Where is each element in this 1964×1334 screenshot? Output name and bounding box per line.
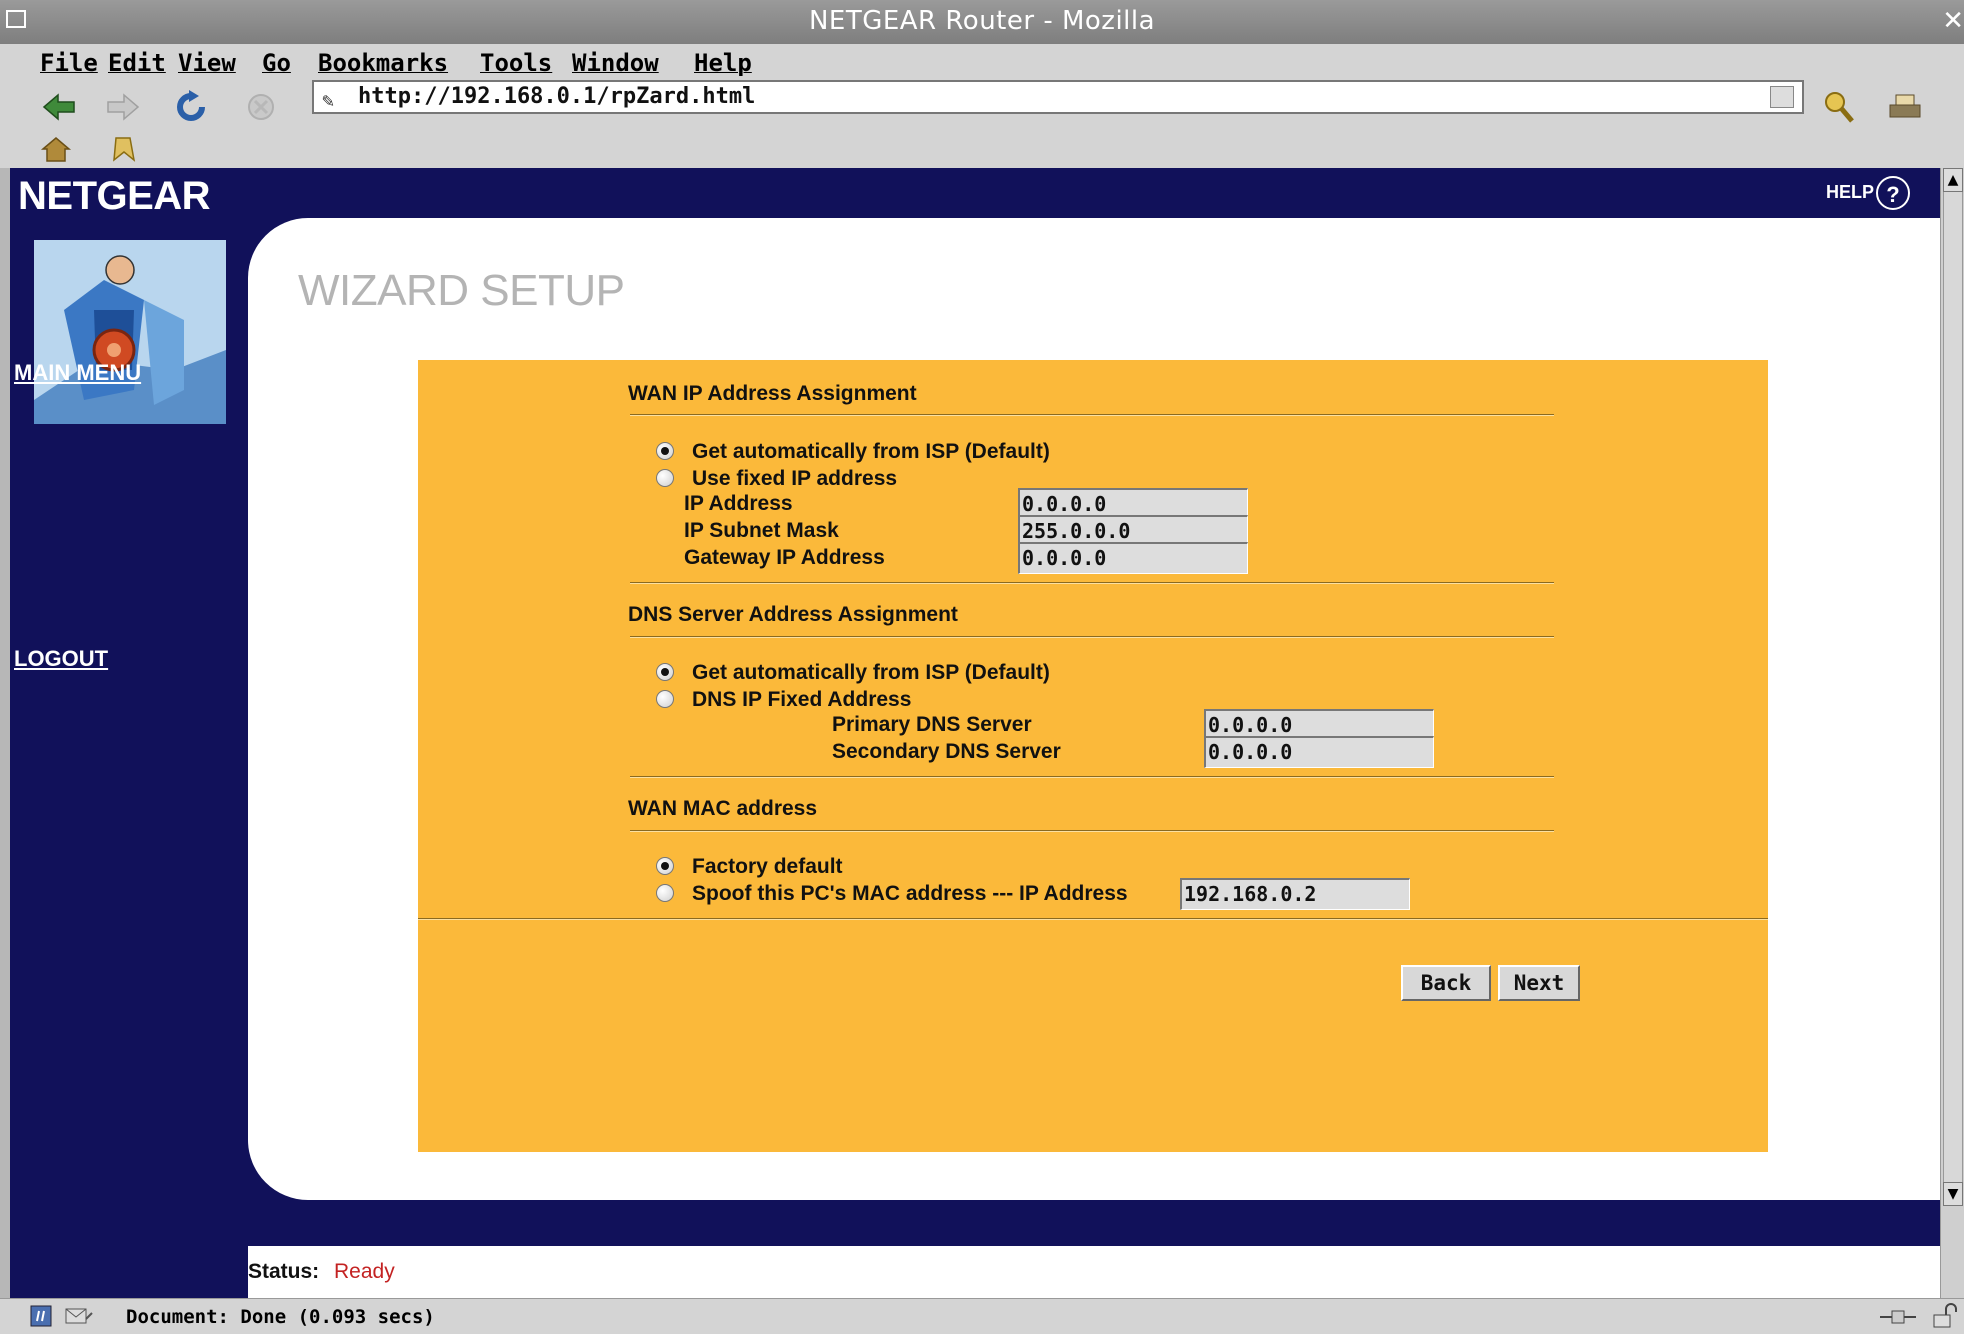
mozilla-component-icon[interactable] bbox=[30, 1305, 52, 1327]
netgear-logo: NETGEAR bbox=[18, 174, 211, 218]
wan-ip-fixed-label: Use fixed IP address bbox=[692, 467, 898, 490]
logout-link[interactable]: LOGOUT bbox=[14, 646, 108, 672]
wizard-illustration bbox=[34, 240, 226, 424]
menu-edit[interactable]: Edit bbox=[108, 49, 166, 77]
online-connection-icon[interactable] bbox=[1878, 1307, 1918, 1327]
window-titlebar: NETGEAR Router - Mozilla ✕ bbox=[0, 0, 1964, 44]
personal-toolbar bbox=[0, 130, 1964, 169]
scroll-up-icon[interactable]: ▲ bbox=[1943, 168, 1963, 192]
divider bbox=[630, 414, 1554, 416]
bookmark-icon[interactable] bbox=[108, 134, 140, 164]
secondary-dns-label: Secondary DNS Server bbox=[832, 740, 1061, 763]
window-left-edge bbox=[0, 168, 10, 1298]
back-button[interactable]: Back bbox=[1401, 965, 1491, 1001]
mac-spoof-label: Spoof this PC's MAC address --- IP Addre… bbox=[692, 882, 1128, 905]
back-arrow-icon[interactable] bbox=[40, 89, 78, 125]
help-button[interactable]: HELP? bbox=[1826, 176, 1910, 210]
menu-bookmarks[interactable]: Bookmarks bbox=[318, 49, 448, 77]
divider bbox=[630, 776, 1554, 778]
address-url: http://192.168.0.1/rpZard.html bbox=[358, 84, 756, 109]
divider bbox=[630, 830, 1554, 832]
secondary-dns-field[interactable]: 0.0.0.0 bbox=[1204, 736, 1434, 768]
dns-heading: DNS Server Address Assignment bbox=[628, 603, 958, 626]
scroll-down-icon[interactable]: ▼ bbox=[1943, 1182, 1963, 1206]
primary-dns-label: Primary DNS Server bbox=[832, 713, 1032, 736]
menu-file[interactable]: File bbox=[40, 49, 98, 77]
mac-spoof-radio[interactable] bbox=[656, 884, 674, 902]
mail-icon[interactable] bbox=[64, 1305, 94, 1327]
spoof-ip-field[interactable]: 192.168.0.2 bbox=[1180, 878, 1410, 910]
divider bbox=[630, 636, 1554, 638]
dns-auto-label: Get automatically from ISP (Default) bbox=[692, 661, 1050, 684]
ip-subnet-mask-label: IP Subnet Mask bbox=[684, 519, 839, 542]
address-bar[interactable]: ✎ http://192.168.0.1/rpZard.html bbox=[312, 80, 1804, 114]
menu-go[interactable]: Go bbox=[262, 49, 291, 77]
main-menu-link[interactable]: MAIN MENU bbox=[14, 360, 141, 386]
wan-mac-heading: WAN MAC address bbox=[628, 797, 818, 820]
wan-ip-auto-label: Get automatically from ISP (Default) bbox=[692, 440, 1050, 463]
gateway-ip-label: Gateway IP Address bbox=[684, 546, 885, 569]
page-title: WIZARD SETUP bbox=[298, 266, 625, 315]
vertical-scrollbar[interactable]: ▲ ▼ bbox=[1940, 168, 1964, 1298]
gateway-ip-field[interactable]: 0.0.0.0 bbox=[1018, 542, 1248, 574]
home-icon[interactable] bbox=[40, 134, 72, 164]
forward-arrow-icon[interactable] bbox=[104, 89, 142, 125]
unlocked-padlock-icon bbox=[1933, 1303, 1957, 1328]
status-value: Ready bbox=[334, 1260, 395, 1283]
dns-fixed-label: DNS IP Fixed Address bbox=[692, 688, 912, 711]
close-icon[interactable]: ✕ bbox=[1942, 6, 1964, 36]
stop-icon[interactable] bbox=[242, 89, 280, 125]
print-icon[interactable] bbox=[1886, 89, 1924, 125]
wan-ip-fixed-radio[interactable] bbox=[656, 469, 674, 487]
next-button[interactable]: Next bbox=[1498, 965, 1580, 1001]
dns-fixed-radio[interactable] bbox=[656, 690, 674, 708]
reload-icon[interactable] bbox=[172, 89, 210, 125]
status-label: Status: bbox=[248, 1260, 320, 1283]
ip-address-label: IP Address bbox=[684, 492, 793, 515]
divider bbox=[418, 918, 1768, 920]
document-status: Document: Done (0.093 secs) bbox=[126, 1306, 435, 1328]
menu-window[interactable]: Window bbox=[572, 49, 659, 77]
browser-status-bar: Document: Done (0.093 secs) bbox=[0, 1298, 1964, 1334]
help-label: HELP bbox=[1825, 181, 1874, 202]
router-status: Status: Ready bbox=[248, 1246, 1940, 1298]
dns-auto-radio[interactable] bbox=[656, 663, 674, 681]
wizard-form: WAN IP Address Assignment Get automatica… bbox=[418, 360, 1768, 1152]
help-question-icon: ? bbox=[1876, 176, 1910, 210]
divider bbox=[630, 582, 1554, 584]
menu-tools[interactable]: Tools bbox=[480, 49, 552, 77]
wan-ip-auto-radio[interactable] bbox=[656, 442, 674, 460]
window-title: NETGEAR Router - Mozilla bbox=[808, 6, 1156, 36]
content-area: WIZARD SETUP WAN IP Address Assignment G… bbox=[248, 218, 1940, 1200]
router-page: NETGEAR HELP? MAIN MENU LOGOUT WIZARD SE… bbox=[10, 168, 1940, 1298]
search-icon[interactable] bbox=[1820, 89, 1858, 125]
menu-view[interactable]: View bbox=[178, 49, 236, 77]
menu-help[interactable]: Help bbox=[694, 49, 752, 77]
page-proxy-icon: ✎ bbox=[322, 88, 335, 112]
menu-bar: File Edit View Go Bookmarks Tools Window… bbox=[0, 44, 1964, 84]
wan-ip-heading: WAN IP Address Assignment bbox=[628, 382, 917, 405]
mac-default-label: Factory default bbox=[692, 855, 843, 878]
mac-default-radio[interactable] bbox=[656, 857, 674, 875]
url-dropdown-icon[interactable] bbox=[1770, 86, 1794, 108]
scrollbar-thumb[interactable] bbox=[1943, 176, 1963, 1190]
